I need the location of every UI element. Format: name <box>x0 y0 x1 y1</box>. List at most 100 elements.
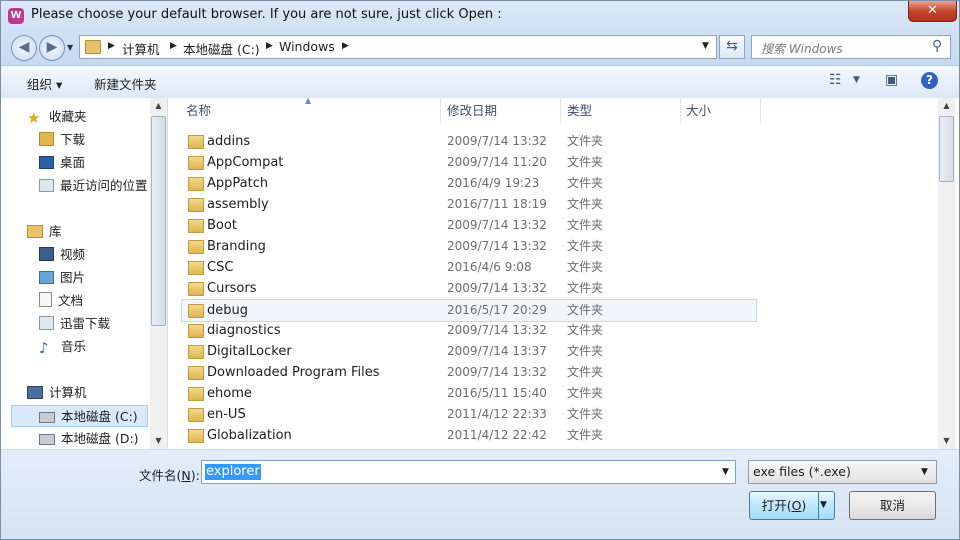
scrollbar-thumb[interactable] <box>151 116 166 326</box>
file-name: en-US <box>207 407 246 422</box>
view-options-icon[interactable]: ☷ <box>829 72 842 88</box>
sidebar-item-downloads[interactable]: 下载 <box>39 129 85 151</box>
file-type: 文件夹 <box>567 260 604 274</box>
filename-dropdown-icon[interactable]: ▼ <box>722 467 729 477</box>
file-row[interactable]: CSC 2016/4/6 9:08 文件夹 <box>182 257 757 278</box>
search-icon[interactable]: ⚲ <box>932 38 942 54</box>
folder-icon <box>188 261 204 275</box>
sidebar-item-label: 本地磁盘 (C:) <box>61 409 138 424</box>
filetype-dropdown-icon[interactable]: ▼ <box>921 467 928 477</box>
file-row[interactable]: assembly 2016/7/11 18:19 文件夹 <box>182 194 757 215</box>
sidebar-item-desktop[interactable]: 桌面 <box>39 152 85 174</box>
breadcrumb-windows[interactable]: Windows <box>279 39 335 54</box>
file-type: 文件夹 <box>567 239 604 253</box>
filename-input[interactable]: explorer ▼ <box>201 460 736 484</box>
file-date: 2009/7/14 13:32 <box>447 218 547 232</box>
breadcrumb-separator-icon[interactable]: ▶ <box>266 41 273 51</box>
file-row[interactable]: en-US 2011/4/12 22:33 文件夹 <box>182 404 757 425</box>
open-button[interactable]: 打开(O) ▼ <box>749 491 835 520</box>
breadcrumb-separator-icon[interactable]: ▶ <box>342 41 349 51</box>
file-row[interactable]: Cursors 2009/7/14 13:32 文件夹 <box>182 278 757 299</box>
scroll-down-icon[interactable]: ▼ <box>938 436 955 445</box>
breadcrumb-separator-icon[interactable]: ▶ <box>170 41 177 51</box>
sidebar-scrollbar[interactable]: ▲ ▼ <box>150 98 167 449</box>
sidebar-item-drive-c[interactable]: 本地磁盘 (C:) <box>11 405 148 427</box>
column-header-name[interactable]: 名称 <box>186 98 211 123</box>
download-library-icon <box>39 316 54 330</box>
close-button[interactable]: ✕ <box>908 1 957 22</box>
sidebar-item-label: 视频 <box>60 247 86 262</box>
sidebar-item-label: 图片 <box>60 270 86 285</box>
file-type: 文件夹 <box>567 197 604 211</box>
address-dropdown-icon[interactable]: ▼ <box>702 41 709 51</box>
sidebar-item-label: 计算机 <box>49 385 87 400</box>
navigation-pane: ★ 收藏夹 下载 桌面 最近访问的位置 库 视频 图片 文档 迅雷下载 ♪ 音乐 <box>1 98 168 449</box>
column-divider[interactable] <box>760 98 761 123</box>
file-date: 2016/4/6 9:08 <box>447 260 532 274</box>
forward-button[interactable]: ▶ <box>39 35 65 61</box>
file-row[interactable]: diagnostics 2009/7/14 13:32 文件夹 <box>182 320 757 341</box>
column-header-date[interactable]: 修改日期 <box>447 98 497 123</box>
sidebar-item-recent-places[interactable]: 最近访问的位置 <box>39 175 148 197</box>
sidebar-item-label: 桌面 <box>60 155 86 170</box>
new-folder-button[interactable]: 新建文件夹 <box>94 74 157 93</box>
address-bar[interactable]: ▶ 计算机 ▶ 本地磁盘 (C:) ▶ Windows ▶ ▼ <box>79 35 717 59</box>
file-row[interactable]: Branding 2009/7/14 13:32 文件夹 <box>182 236 757 257</box>
file-row[interactable]: debug 2016/5/17 20:29 文件夹 <box>181 299 757 322</box>
column-header-type[interactable]: 类型 <box>567 98 592 123</box>
column-divider[interactable] <box>680 98 681 123</box>
open-dropdown-icon[interactable]: ▼ <box>820 500 827 510</box>
file-date: 2011/4/12 22:42 <box>447 428 547 442</box>
scrollbar-thumb[interactable] <box>939 116 954 182</box>
open-button-label[interactable]: 打开(O) <box>750 492 819 519</box>
sidebar-item-favorites[interactable]: ★ 收藏夹 <box>27 106 87 128</box>
breadcrumb-drive-c[interactable]: 本地磁盘 (C:) <box>183 39 260 58</box>
search-box[interactable]: 搜索 Windows ⚲ <box>751 35 951 59</box>
title-bar[interactable]: W Please choose your default browser. If… <box>1 1 959 31</box>
file-row[interactable]: Globalization 2011/4/12 22:42 文件夹 <box>182 425 757 446</box>
file-date: 2009/7/14 13:32 <box>447 134 547 148</box>
scroll-down-icon[interactable]: ▼ <box>150 436 167 445</box>
file-row[interactable]: Boot 2009/7/14 13:32 文件夹 <box>182 215 757 236</box>
file-type: 文件夹 <box>567 176 604 190</box>
sidebar-item-music[interactable]: ♪ 音乐 <box>39 336 86 358</box>
file-row[interactable]: Downloaded Program Files 2009/7/14 13:32 文… <box>182 362 757 383</box>
sidebar-item-drive-d[interactable]: 本地磁盘 (D:) <box>39 428 139 449</box>
help-button[interactable]: ? <box>921 72 938 89</box>
scroll-up-icon[interactable]: ▲ <box>938 101 955 110</box>
column-divider[interactable] <box>560 98 561 123</box>
sidebar-item-computer[interactable]: 计算机 <box>27 382 87 404</box>
sidebar-item-documents[interactable]: 文档 <box>39 290 83 312</box>
cancel-button[interactable]: 取消 <box>849 491 936 520</box>
picture-icon <box>39 271 54 284</box>
back-button[interactable]: ◀ <box>11 35 37 61</box>
breadcrumb-computer[interactable]: 计算机 <box>122 39 160 58</box>
breadcrumb-separator-icon[interactable]: ▶ <box>108 41 115 51</box>
sidebar-item-libraries[interactable]: 库 <box>27 221 62 243</box>
recent-locations-dropdown[interactable]: ▼ <box>67 43 73 52</box>
file-date: 2009/7/14 13:32 <box>447 323 547 337</box>
organize-button[interactable]: 组织 ▾ <box>27 74 62 93</box>
filename-label: 文件名(N): <box>139 468 200 483</box>
refresh-button[interactable]: ⇆ <box>719 35 745 59</box>
file-list-scrollbar[interactable]: ▲ ▼ <box>938 98 955 449</box>
file-date: 2016/5/17 20:29 <box>447 303 547 317</box>
column-divider[interactable] <box>440 98 441 123</box>
sidebar-item-thunder-downloads[interactable]: 迅雷下载 <box>39 313 110 335</box>
filename-value[interactable]: explorer <box>205 464 261 480</box>
sidebar-item-label: 下载 <box>60 132 86 147</box>
preview-pane-icon[interactable]: ▣ <box>885 72 898 88</box>
column-header-size[interactable]: 大小 <box>686 98 711 123</box>
search-input[interactable]: 搜索 Windows <box>761 40 843 57</box>
file-date: 2011/4/12 22:33 <box>447 407 547 421</box>
sidebar-item-videos[interactable]: 视频 <box>39 244 85 266</box>
file-row[interactable]: DigitalLocker 2009/7/14 13:37 文件夹 <box>182 341 757 362</box>
file-row[interactable]: ehome 2016/5/11 15:40 文件夹 <box>182 383 757 404</box>
file-row[interactable]: addins 2009/7/14 13:32 文件夹 <box>182 131 757 152</box>
sidebar-item-pictures[interactable]: 图片 <box>39 267 85 289</box>
file-row[interactable]: AppPatch 2016/4/9 19:23 文件夹 <box>182 173 757 194</box>
file-row[interactable]: AppCompat 2009/7/14 11:20 文件夹 <box>182 152 757 173</box>
scroll-up-icon[interactable]: ▲ <box>150 101 167 110</box>
view-dropdown-icon[interactable]: ▼ <box>853 75 860 85</box>
filetype-select[interactable]: exe files (*.exe) ▼ <box>748 460 937 484</box>
